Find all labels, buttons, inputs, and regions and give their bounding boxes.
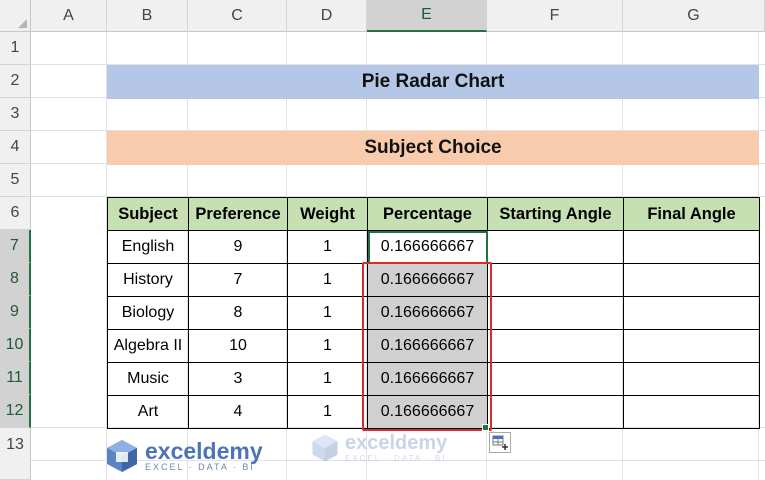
cell-final-angle[interactable] [623,230,760,264]
row-header-8[interactable]: 8 [0,263,31,296]
cell-weight[interactable]: 1 [287,362,368,396]
cell-starting-angle[interactable] [487,296,624,330]
exceldemy-logo-faded: exceldemy EXCEL · DATA · BI [310,432,447,464]
row-header-2[interactable]: 2 [0,65,31,98]
logo-tagline: EXCEL · DATA · BI [145,462,255,472]
logo-tagline: EXCEL · DATA · BI [345,454,447,463]
cell-preference[interactable]: 9 [188,230,288,264]
column-header-d[interactable]: D [287,0,367,32]
cell-preference[interactable]: 3 [188,362,288,396]
cell-preference[interactable]: 8 [188,296,288,330]
cell-starting-angle[interactable] [487,395,624,429]
quick-analysis-button[interactable] [489,432,511,453]
column-header-f[interactable]: F [487,0,623,32]
header-starting-angle[interactable]: Starting Angle [487,197,624,231]
exceldemy-logo: exceldemy EXCEL · DATA · BI [104,438,263,474]
row-header-5[interactable]: 5 [0,164,31,197]
header-final-angle[interactable]: Final Angle [623,197,760,231]
cell-weight[interactable]: 1 [287,263,368,297]
row-header-3[interactable]: 3 [0,98,31,131]
cell-subject[interactable]: History [107,263,189,297]
logo-name: exceldemy [145,438,263,464]
cell-final-angle[interactable] [623,329,760,363]
header-subject[interactable]: Subject [107,197,189,231]
cell-starting-angle[interactable] [487,362,624,396]
selection-highlight-box [362,262,492,431]
header-preference[interactable]: Preference [188,197,288,231]
cell-final-angle[interactable] [623,362,760,396]
row-header-10[interactable]: 10 [0,329,31,362]
row-header-7[interactable]: 7 [0,230,31,263]
row-header-12[interactable]: 12 [0,395,31,428]
cell-starting-angle[interactable] [487,329,624,363]
row-header-9[interactable]: 9 [0,296,31,329]
cell-starting-angle[interactable] [487,263,624,297]
fill-handle[interactable] [482,424,489,431]
cell-final-angle[interactable] [623,296,760,330]
table-header-row: Subject Preference Weight Percentage Sta… [107,197,760,231]
cell-percentage-active[interactable]: 0.166666667 [367,230,488,264]
column-header-b[interactable]: B [107,0,188,32]
cell-weight[interactable]: 1 [287,296,368,330]
cell-weight[interactable]: 1 [287,329,368,363]
cell-subject[interactable]: Music [107,362,189,396]
cell-subject[interactable]: Biology [107,296,189,330]
header-percentage[interactable]: Percentage [367,197,488,231]
title-banner[interactable]: Pie Radar Chart [107,65,759,99]
cell-preference[interactable]: 4 [188,395,288,429]
quick-analysis-icon [492,435,508,450]
cell-preference[interactable]: 7 [188,263,288,297]
row-header-13[interactable]: 13 [0,428,31,480]
exceldemy-cube-icon [312,434,338,462]
column-header-a[interactable]: A [31,0,107,32]
subtitle-banner[interactable]: Subject Choice [107,131,759,165]
row-header-6[interactable]: 6 [0,197,31,230]
cell-preference[interactable]: 10 [188,329,288,363]
cell-starting-angle[interactable] [487,230,624,264]
select-all-triangle [18,19,27,28]
row-header-11[interactable]: 11 [0,362,31,395]
cell-subject[interactable]: Algebra II [107,329,189,363]
cell-subject[interactable]: English [107,230,189,264]
column-header-c[interactable]: C [188,0,287,32]
logo-name: exceldemy [345,432,448,454]
cell-final-angle[interactable] [623,263,760,297]
select-all-corner[interactable] [0,0,31,32]
exceldemy-cube-icon [107,440,137,472]
cell-weight[interactable]: 1 [287,230,368,264]
row-header-1[interactable]: 1 [0,32,31,65]
cell-weight[interactable]: 1 [287,395,368,429]
column-header-g[interactable]: G [623,0,765,32]
cell-final-angle[interactable] [623,395,760,429]
table-row: English 9 1 0.166666667 [107,230,760,264]
row-header-4[interactable]: 4 [0,131,31,164]
column-header-e[interactable]: E [367,0,487,32]
header-weight[interactable]: Weight [287,197,368,231]
cell-subject[interactable]: Art [107,395,189,429]
